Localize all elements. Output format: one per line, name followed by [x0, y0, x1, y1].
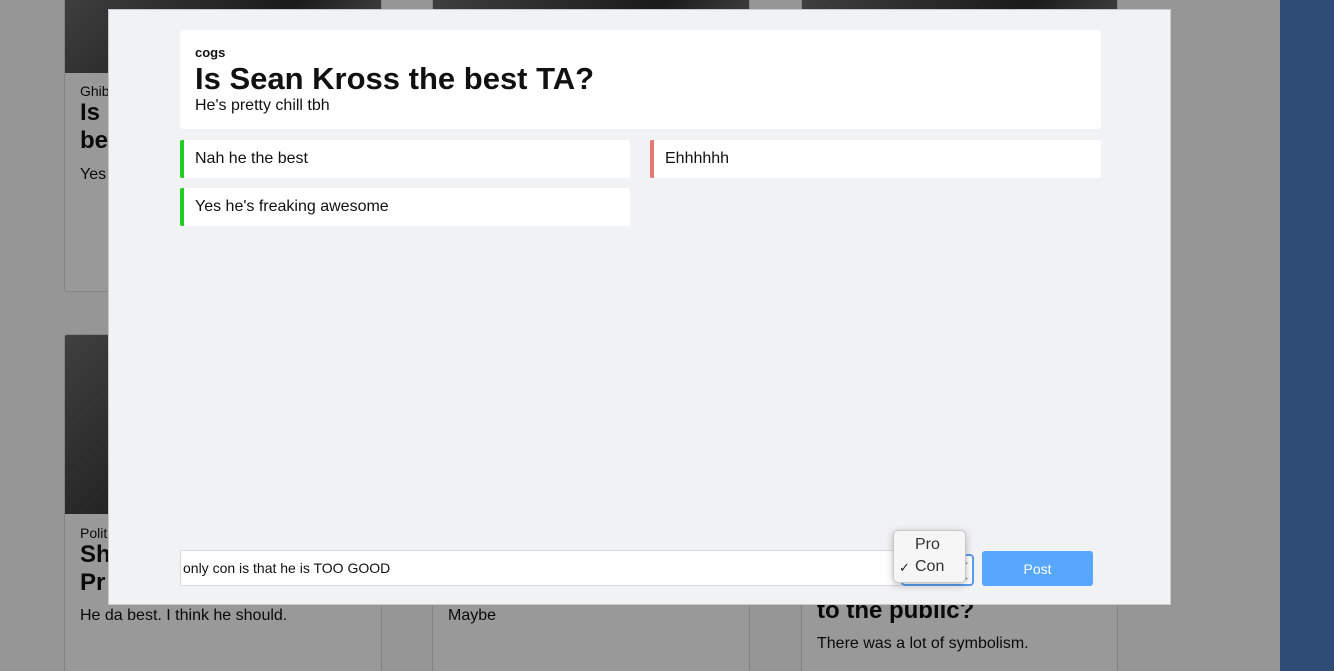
- question-category: cogs: [195, 45, 226, 60]
- con-argument: Ehhhhhh: [650, 140, 1101, 178]
- question-header: cogs Is Sean Kross the best TA? He's pre…: [180, 30, 1101, 129]
- question-title: Is Sean Kross the best TA?: [195, 61, 595, 96]
- argument-input[interactable]: [180, 550, 902, 586]
- option-con[interactable]: Con: [915, 558, 944, 576]
- pro-argument: Nah he the best: [180, 140, 630, 178]
- post-button[interactable]: Post: [982, 551, 1093, 586]
- debate-modal: cogs Is Sean Kross the best TA? He's pre…: [108, 9, 1171, 605]
- checkmark-icon: ✓: [899, 560, 910, 575]
- stance-dropdown: Pro ✓ Con: [893, 530, 966, 583]
- pro-argument: Yes he's freaking awesome: [180, 188, 630, 226]
- question-description: He's pretty chill tbh: [195, 97, 330, 114]
- option-pro[interactable]: Pro: [915, 536, 940, 554]
